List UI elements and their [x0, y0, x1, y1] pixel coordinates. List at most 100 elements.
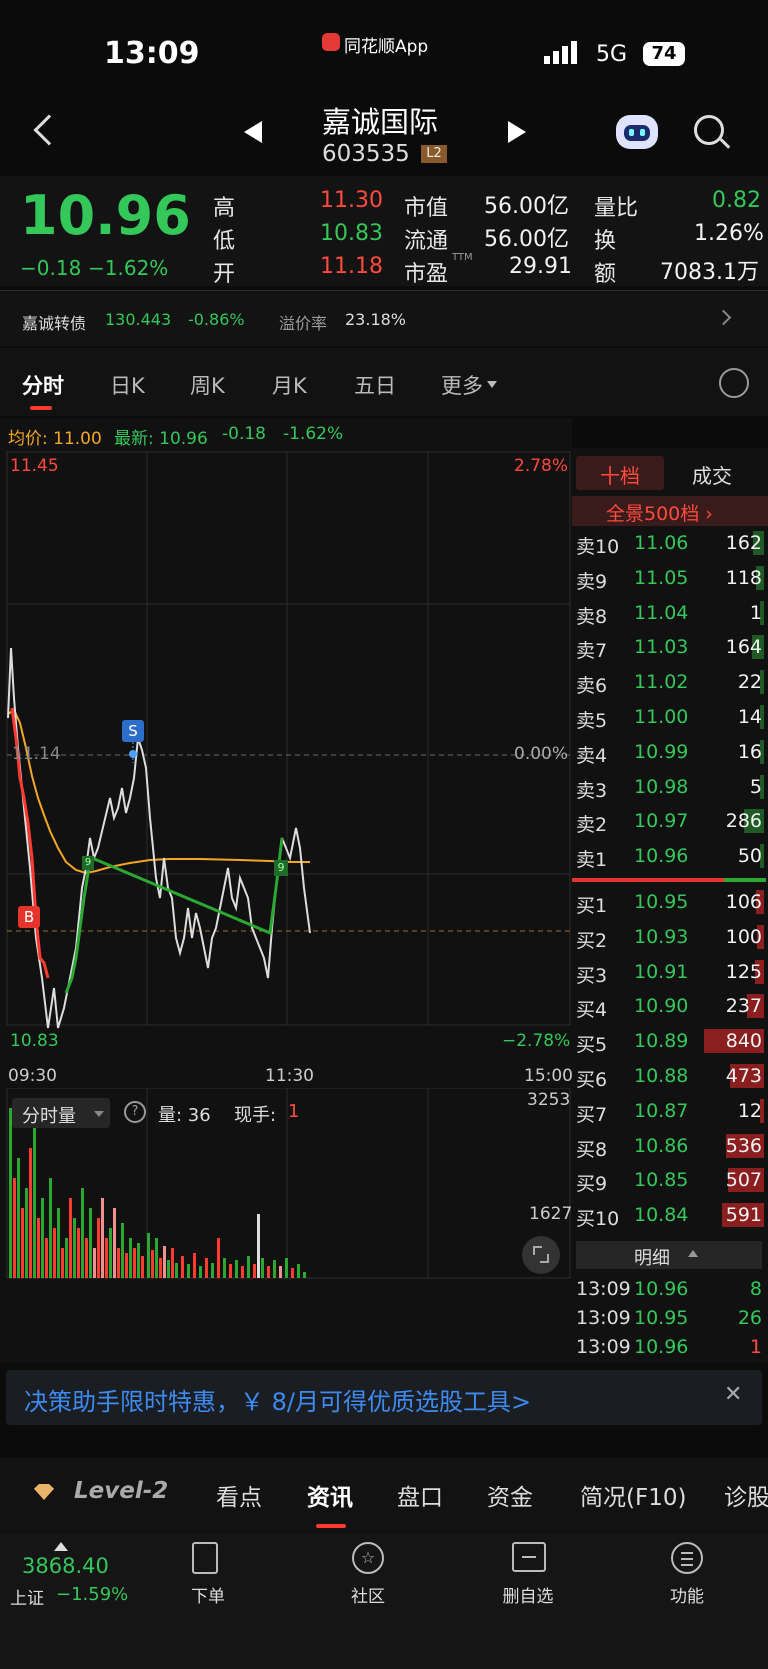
axis-mid-price: 11.14 — [12, 744, 61, 764]
buy-level-row[interactable]: 买1 10.95 106 — [572, 885, 768, 919]
menu-icon[interactable] — [671, 1542, 703, 1574]
level-price: 10.96 — [634, 845, 689, 868]
volume-ratio-label: 量比 — [594, 196, 639, 221]
sell-level-row[interactable]: 卖10 11.06 162 — [572, 526, 768, 560]
buy-level-row[interactable]: 买6 10.88 473 — [572, 1059, 768, 1093]
footer-functions[interactable]: 功能 — [647, 1582, 727, 1607]
tab-more[interactable]: 更多 — [441, 370, 483, 400]
level2-badge: L2 — [421, 145, 447, 163]
buy-level-row[interactable]: 买3 10.91 125 — [572, 955, 768, 989]
tab-daily-k[interactable]: 日K — [110, 370, 145, 400]
chart-tabs: 分时 日K 周K 月K 五日 更多 — [0, 348, 768, 416]
expand-up-icon[interactable] — [54, 1542, 68, 1551]
sell-level-row[interactable]: 卖6 11.02 22 — [572, 665, 768, 699]
tab-five-day[interactable]: 五日 — [354, 370, 396, 400]
sell-level-row[interactable]: 卖5 11.00 14 — [572, 700, 768, 734]
volume-selector[interactable]: 分时量 — [12, 1098, 110, 1128]
amount-value: 7083.1万 — [660, 260, 759, 285]
index-name: 上证 — [10, 1589, 44, 1609]
tab-level2[interactable]: Level-2 — [74, 1478, 168, 1504]
sell-marker[interactable]: S — [122, 720, 144, 742]
level-label: 买9 — [576, 1173, 608, 1196]
tab-capital[interactable]: 资金 — [487, 1478, 533, 1512]
level-volume: 237 — [725, 995, 762, 1018]
level-label: 卖8 — [576, 605, 608, 628]
tab-highlights[interactable]: 看点 — [216, 1478, 262, 1512]
settings-icon[interactable] — [719, 368, 749, 398]
time-start: 09:30 — [8, 1066, 57, 1086]
level-volume: 1 — [749, 601, 762, 624]
level-volume: 507 — [725, 1169, 762, 1192]
volume-selector-label: 分时量 — [22, 1106, 76, 1127]
sell-level-row[interactable]: 卖4 10.99 16 — [572, 735, 768, 769]
mcap-value: 56.00亿 — [484, 194, 569, 219]
footer-remove-watchlist[interactable]: 删自选 — [488, 1582, 568, 1607]
footer-order[interactable]: 下单 — [168, 1582, 248, 1607]
bid-ask-ratio-red — [572, 878, 724, 882]
level-label: 买2 — [576, 929, 608, 952]
sell-level-row[interactable]: 卖8 11.04 1 — [572, 596, 768, 630]
buy-level-row[interactable]: 买5 10.89 840 — [572, 1024, 768, 1058]
level-volume: 14 — [737, 706, 762, 728]
tab-diagnosis[interactable]: 诊股 — [724, 1478, 768, 1512]
price-change: −0.18 — [20, 256, 82, 280]
intraday-chart[interactable]: 均价: 11.00 最新: 10.96 -0.18 -1.62% S B 9 9… — [0, 418, 573, 1363]
trade-price: 10.95 — [634, 1307, 689, 1329]
close-icon[interactable]: ✕ — [724, 1382, 742, 1407]
next-stock-icon[interactable] — [508, 121, 526, 143]
pe-value: 29.91 — [509, 254, 572, 279]
sell-level-row[interactable]: 卖1 10.96 50 — [572, 839, 768, 873]
tab-weekly-k[interactable]: 周K — [190, 370, 225, 400]
tab-order-book[interactable]: 盘口 — [397, 1478, 443, 1512]
pe-label: 市盈 — [404, 262, 449, 287]
buy-level-row[interactable]: 买8 10.86 536 — [572, 1129, 768, 1163]
buy-level-row[interactable]: 买2 10.93 100 — [572, 920, 768, 954]
tab-news[interactable]: 资讯 — [307, 1478, 353, 1512]
level-label: 卖10 — [576, 536, 620, 558]
level-label: 买8 — [576, 1138, 608, 1161]
buy-level-row[interactable]: 买9 10.85 507 — [572, 1163, 768, 1197]
sell-level-row[interactable]: 卖2 10.97 286 — [572, 804, 768, 838]
buy-marker[interactable]: B — [18, 906, 40, 928]
level-volume: 536 — [725, 1134, 762, 1157]
stock-name: 嘉诚国际 — [322, 105, 439, 139]
level-volume: 164 — [725, 636, 762, 659]
high-label: 高 — [213, 196, 236, 221]
buy-level-row[interactable]: 买4 10.90 237 — [572, 989, 768, 1023]
tab-trades[interactable]: 成交 — [692, 460, 732, 489]
tab-ten-levels[interactable]: 十档 — [576, 456, 664, 490]
level-price: 10.90 — [634, 995, 689, 1018]
source-app: 同花顺App — [344, 37, 429, 57]
axis-bottom-pct: −2.78% — [502, 1031, 571, 1051]
back-icon[interactable] — [33, 114, 65, 146]
pe-ttm-sup: TTM — [452, 252, 473, 263]
level-label: 买3 — [576, 964, 608, 987]
community-icon[interactable]: ☆ — [352, 1542, 384, 1574]
detail-button[interactable]: 明细 — [576, 1241, 762, 1269]
sell-level-row[interactable]: 卖9 11.05 118 — [572, 561, 768, 595]
robot-assistant-icon[interactable] — [616, 115, 658, 149]
tab-intraday[interactable]: 分时 — [22, 370, 64, 400]
tab-monthly-k[interactable]: 月K — [272, 370, 307, 400]
index-change-pct: −1.59% — [56, 1584, 129, 1605]
prev-stock-icon[interactable] — [244, 121, 262, 143]
order-icon[interactable] — [192, 1542, 218, 1574]
sell-level-row[interactable]: 卖3 10.98 5 — [572, 770, 768, 804]
sell-level-row[interactable]: 卖7 11.03 164 — [572, 630, 768, 664]
buy-level-row[interactable]: 买10 10.84 591 — [572, 1198, 768, 1232]
level-volume: 473 — [725, 1065, 762, 1087]
remove-watchlist-icon[interactable] — [512, 1542, 546, 1572]
bond-price: 130.443 — [105, 310, 172, 329]
current-hand-value: 1 — [288, 1101, 300, 1122]
level-volume: 162 — [725, 532, 762, 554]
level-volume: 16 — [737, 740, 762, 763]
promo-banner[interactable]: 决策助手限时特惠，￥ 8/月可得优质选股工具> ✕ — [6, 1370, 762, 1425]
help-icon[interactable]: ? — [124, 1101, 146, 1123]
footer-community[interactable]: 社区 — [328, 1582, 408, 1607]
fullscreen-icon[interactable] — [522, 1236, 560, 1274]
panorama-500-button[interactable]: 全景500档 › — [572, 496, 768, 526]
tab-f10-profile[interactable]: 简况(F10) — [580, 1478, 686, 1512]
level-volume: 100 — [725, 925, 762, 948]
convertible-bond-bar[interactable]: 嘉诚转债 130.443 -0.86% 溢价率 23.18% — [0, 290, 768, 346]
buy-level-row[interactable]: 买7 10.87 12 — [572, 1094, 768, 1128]
